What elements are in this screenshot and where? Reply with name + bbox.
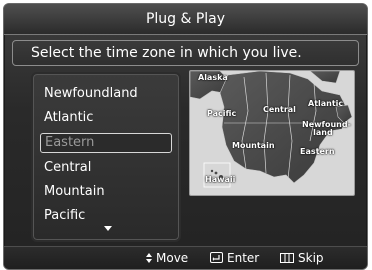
move-hint-label: Move: [156, 251, 189, 265]
time-zone-option-pacific[interactable]: Pacific: [40, 206, 172, 226]
time-zone-option-atlantic[interactable]: Atlantic: [40, 108, 172, 128]
plug-and-play-dialog: Plug & Play Select the time zone in whic…: [3, 3, 368, 270]
map-label-newfoundland: Newfound- land: [302, 120, 351, 137]
map-label-atlantic: Atlantic: [308, 99, 344, 108]
instruction-text: Select the time zone in which you live.: [12, 40, 359, 66]
time-zone-list: Newfoundland Atlantic Eastern Central Mo…: [31, 72, 181, 242]
map-label-central: Central: [263, 105, 296, 114]
time-zone-option-newfoundland[interactable]: Newfoundland: [40, 84, 172, 104]
up-down-arrow-icon: [146, 248, 152, 270]
dialog-title: Plug & Play: [4, 4, 367, 35]
map-label-pacific: Pacific: [207, 109, 237, 118]
map-label-hawaii: Hawaii: [205, 175, 236, 184]
map-label-mountain: Mountain: [232, 141, 275, 150]
enter-hint-label: Enter: [227, 251, 260, 265]
move-hint: Move: [146, 247, 188, 269]
key-guide-bar: Move Enter Skip: [4, 246, 367, 269]
time-zone-option-mountain[interactable]: Mountain: [40, 182, 172, 202]
map-label-eastern: Eastern: [300, 147, 335, 156]
time-zone-option-eastern[interactable]: Eastern: [40, 133, 172, 153]
scroll-down-arrow-icon[interactable]: [104, 226, 112, 231]
skip-hint-label: Skip: [298, 251, 324, 265]
map-label-alaska: Alaska: [198, 73, 228, 82]
time-zone-map: Alaska Pacific Central Atlantic Newfound…: [189, 70, 355, 196]
skip-icon: [280, 248, 294, 270]
enter-icon: [210, 248, 223, 270]
time-zone-option-central[interactable]: Central: [40, 158, 172, 178]
enter-hint: Enter: [210, 247, 259, 269]
skip-hint: Skip: [280, 247, 324, 269]
